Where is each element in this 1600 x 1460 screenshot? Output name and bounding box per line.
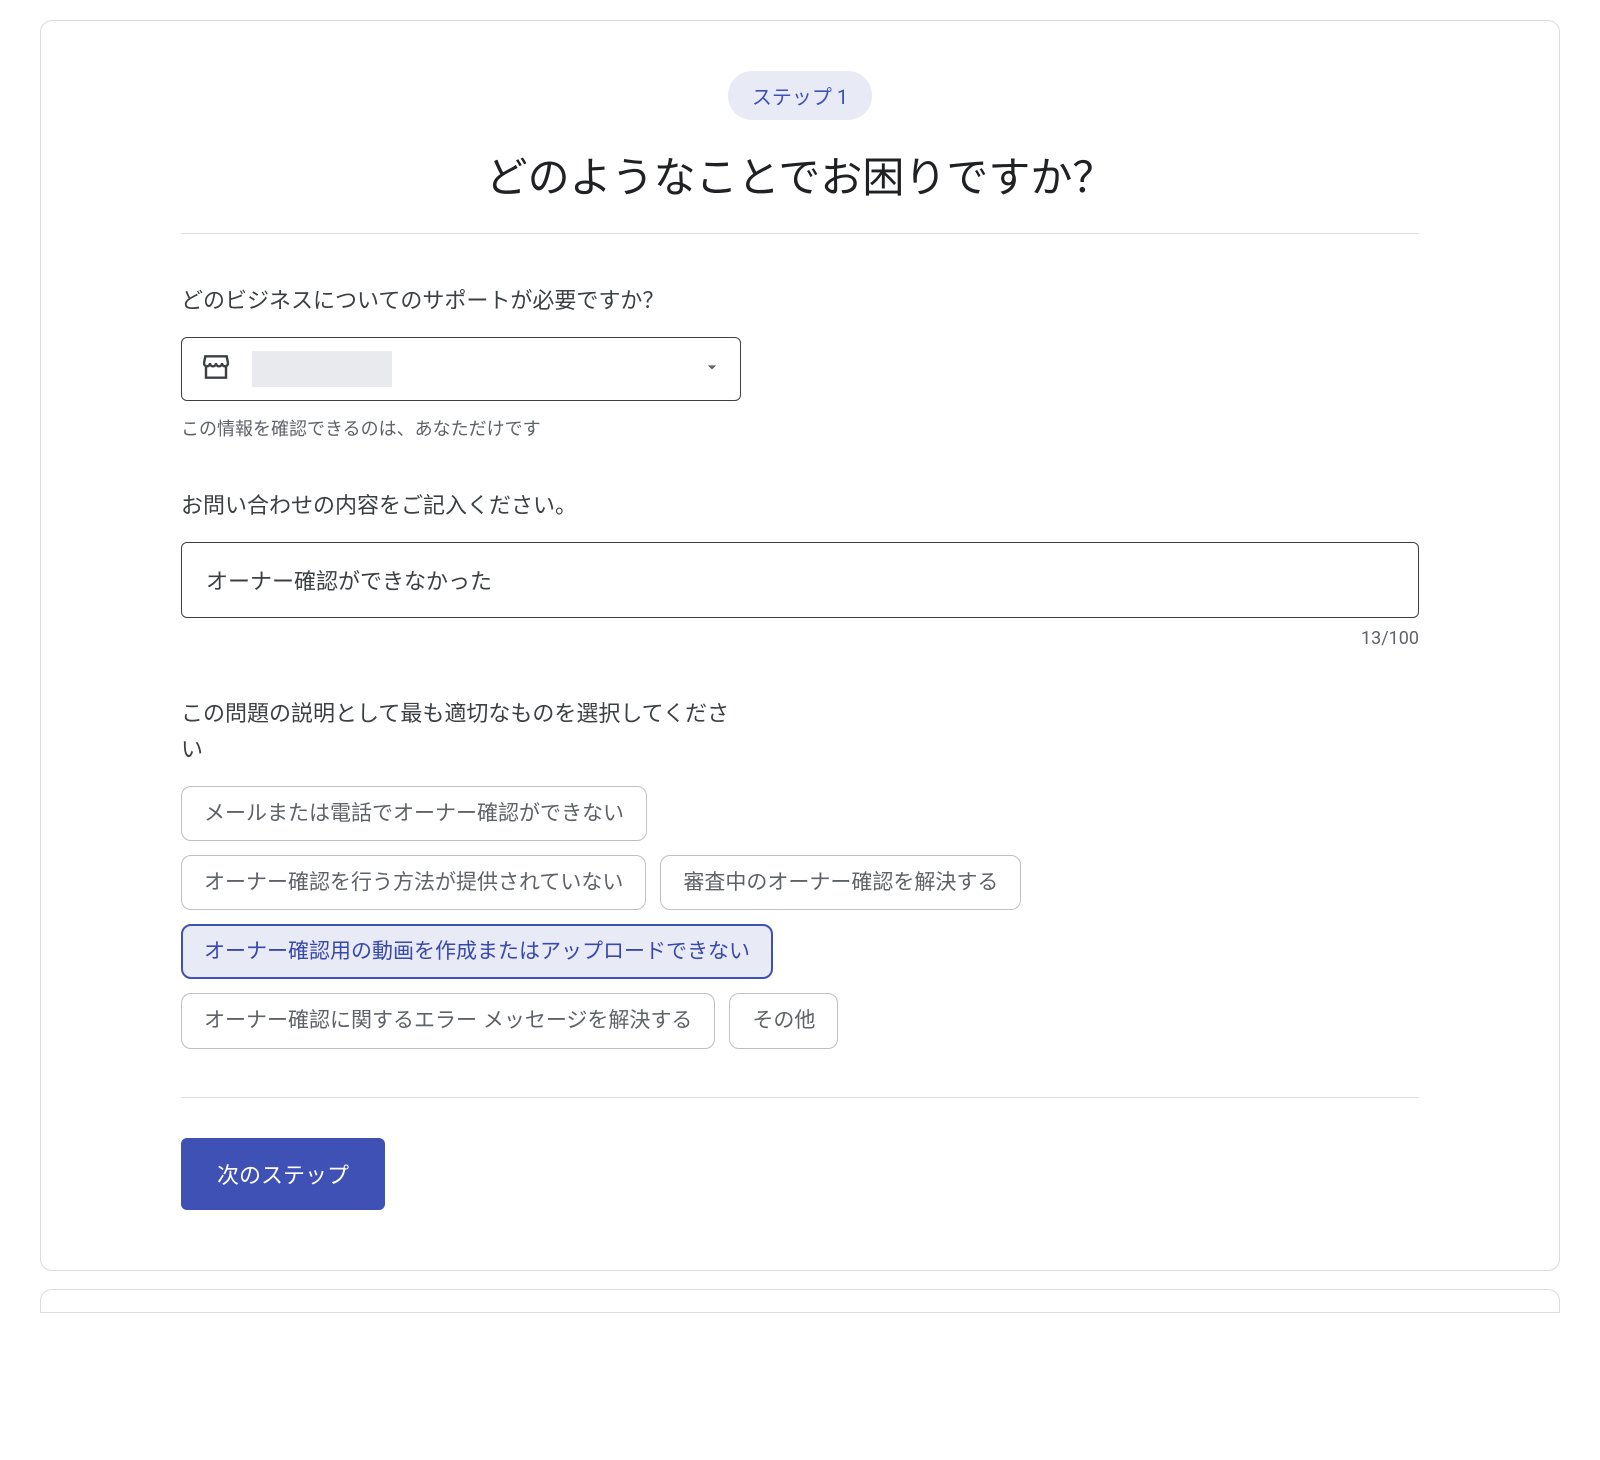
next-step-button[interactable]: 次のステップ xyxy=(181,1138,385,1210)
inquiry-section: お問い合わせの内容をご記入ください。 13/100 xyxy=(181,489,1419,649)
business-selected-value xyxy=(252,351,392,387)
store-icon xyxy=(200,351,232,387)
page-title: どのようなことでお困りですか？ xyxy=(181,144,1419,205)
chevron-down-icon xyxy=(702,357,722,381)
inquiry-char-count: 13/100 xyxy=(181,628,1419,649)
problem-chip-no-method[interactable]: オーナー確認を行う方法が提供されていない xyxy=(181,855,646,910)
problem-chip-other[interactable]: その他 xyxy=(729,993,838,1048)
problem-chip-error-message[interactable]: オーナー確認に関するエラー メッセージを解決する xyxy=(181,993,715,1048)
business-select[interactable] xyxy=(181,337,741,401)
inquiry-input[interactable] xyxy=(181,542,1419,618)
footer-divider xyxy=(181,1097,1419,1098)
inquiry-label: お問い合わせの内容をご記入ください。 xyxy=(181,489,741,524)
problem-label: この問題の説明として最も適切なものを選択してください xyxy=(181,697,741,767)
inquiry-input-wrapper xyxy=(181,542,1419,618)
header-divider xyxy=(181,233,1419,234)
business-section: どのビジネスについてのサポートが必要ですか？ この情報を確認できるのは、あなただ… xyxy=(181,284,1419,441)
problem-chip-video-upload[interactable]: オーナー確認用の動画を作成またはアップロードできない xyxy=(181,924,773,979)
problem-chip-email-phone[interactable]: メールまたは電話でオーナー確認ができない xyxy=(181,786,647,841)
business-label: どのビジネスについてのサポートが必要ですか？ xyxy=(181,284,741,319)
header: ステップ 1 どのようなことでお困りですか？ xyxy=(181,71,1419,205)
problem-chips: メールまたは電話でオーナー確認ができない オーナー確認を行う方法が提供されていな… xyxy=(181,786,1419,1049)
next-card-peek xyxy=(40,1289,1560,1313)
form-card: ステップ 1 どのようなことでお困りですか？ どのビジネスについてのサポートが必… xyxy=(40,20,1560,1271)
business-helper-text: この情報を確認できるのは、あなただけです xyxy=(181,415,1419,441)
step-badge: ステップ 1 xyxy=(728,71,872,120)
problem-section: この問題の説明として最も適切なものを選択してください メールまたは電話でオーナー… xyxy=(181,697,1419,1048)
problem-chip-pending-review[interactable]: 審査中のオーナー確認を解決する xyxy=(660,855,1021,910)
